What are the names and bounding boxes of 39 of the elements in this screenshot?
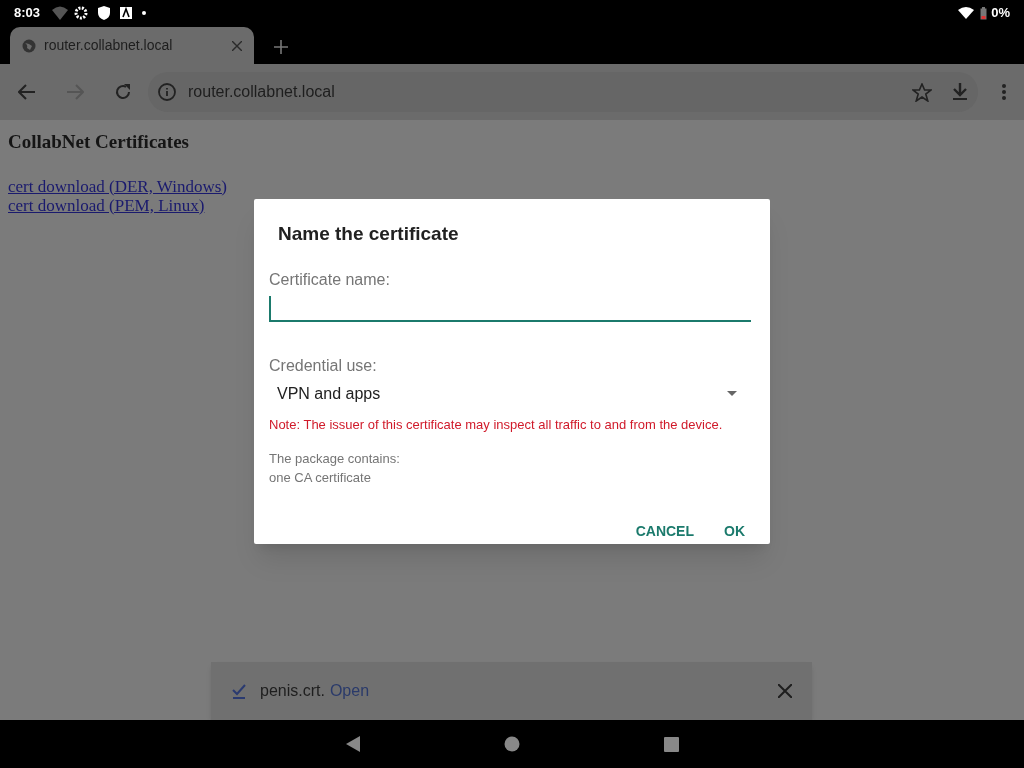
home-icon[interactable]	[503, 736, 520, 752]
info-icon[interactable]	[158, 83, 176, 101]
page-heading: CollabNet Certificates	[8, 130, 190, 154]
file-name: penis.crt.	[260, 681, 325, 701]
new-tab-icon[interactable]	[274, 40, 288, 54]
wifi-icon	[958, 7, 975, 19]
download-link[interactable]: cert download (PEM, Linux)	[8, 195, 205, 215]
download-icon[interactable]	[952, 83, 968, 101]
dialog-title: Name the certificate	[278, 222, 460, 246]
credential-use-dropdown[interactable]: VPN and apps	[269, 381, 751, 406]
dialog-button[interactable]: OK	[712, 515, 757, 547]
address-bar[interactable]: router.collabnet.local	[148, 72, 978, 112]
tab-title: router.collabnet.local	[44, 36, 173, 55]
url-text: router.collabnet.local	[188, 82, 335, 102]
open-link[interactable]: Open	[329, 679, 370, 703]
close-icon[interactable]	[232, 40, 242, 51]
download-done-icon	[231, 683, 247, 699]
star-icon[interactable]	[912, 82, 932, 102]
browser-tab[interactable]: router.collabnet.local	[10, 27, 254, 64]
dropdown-caret-icon	[727, 391, 737, 396]
app-icon	[120, 7, 133, 19]
field-label: Certificate name:	[269, 269, 391, 290]
package-info: one CA certificate	[269, 469, 372, 487]
package-info: The package contains:	[269, 450, 401, 468]
battery-icon	[980, 6, 988, 20]
back-nav-icon[interactable]	[345, 736, 360, 752]
dialog-button[interactable]: CANCEL	[623, 515, 706, 547]
menu-icon[interactable]	[1002, 84, 1006, 100]
download-link[interactable]: cert download (DER, Windows)	[8, 176, 228, 196]
warning-note: Note: The issuer of this certificate may inspect all traffic to and from the device.	[269, 415, 724, 434]
dot-icon	[142, 11, 147, 15]
clock: 8:03	[14, 4, 41, 23]
reload-icon[interactable]	[114, 83, 132, 101]
back-icon[interactable]	[18, 84, 36, 100]
field-label: Credential use:	[269, 355, 378, 376]
battery-percent: 0%	[991, 4, 1010, 23]
close-icon[interactable]	[778, 684, 792, 698]
shield-icon	[98, 6, 111, 20]
recents-icon[interactable]	[663, 736, 679, 752]
